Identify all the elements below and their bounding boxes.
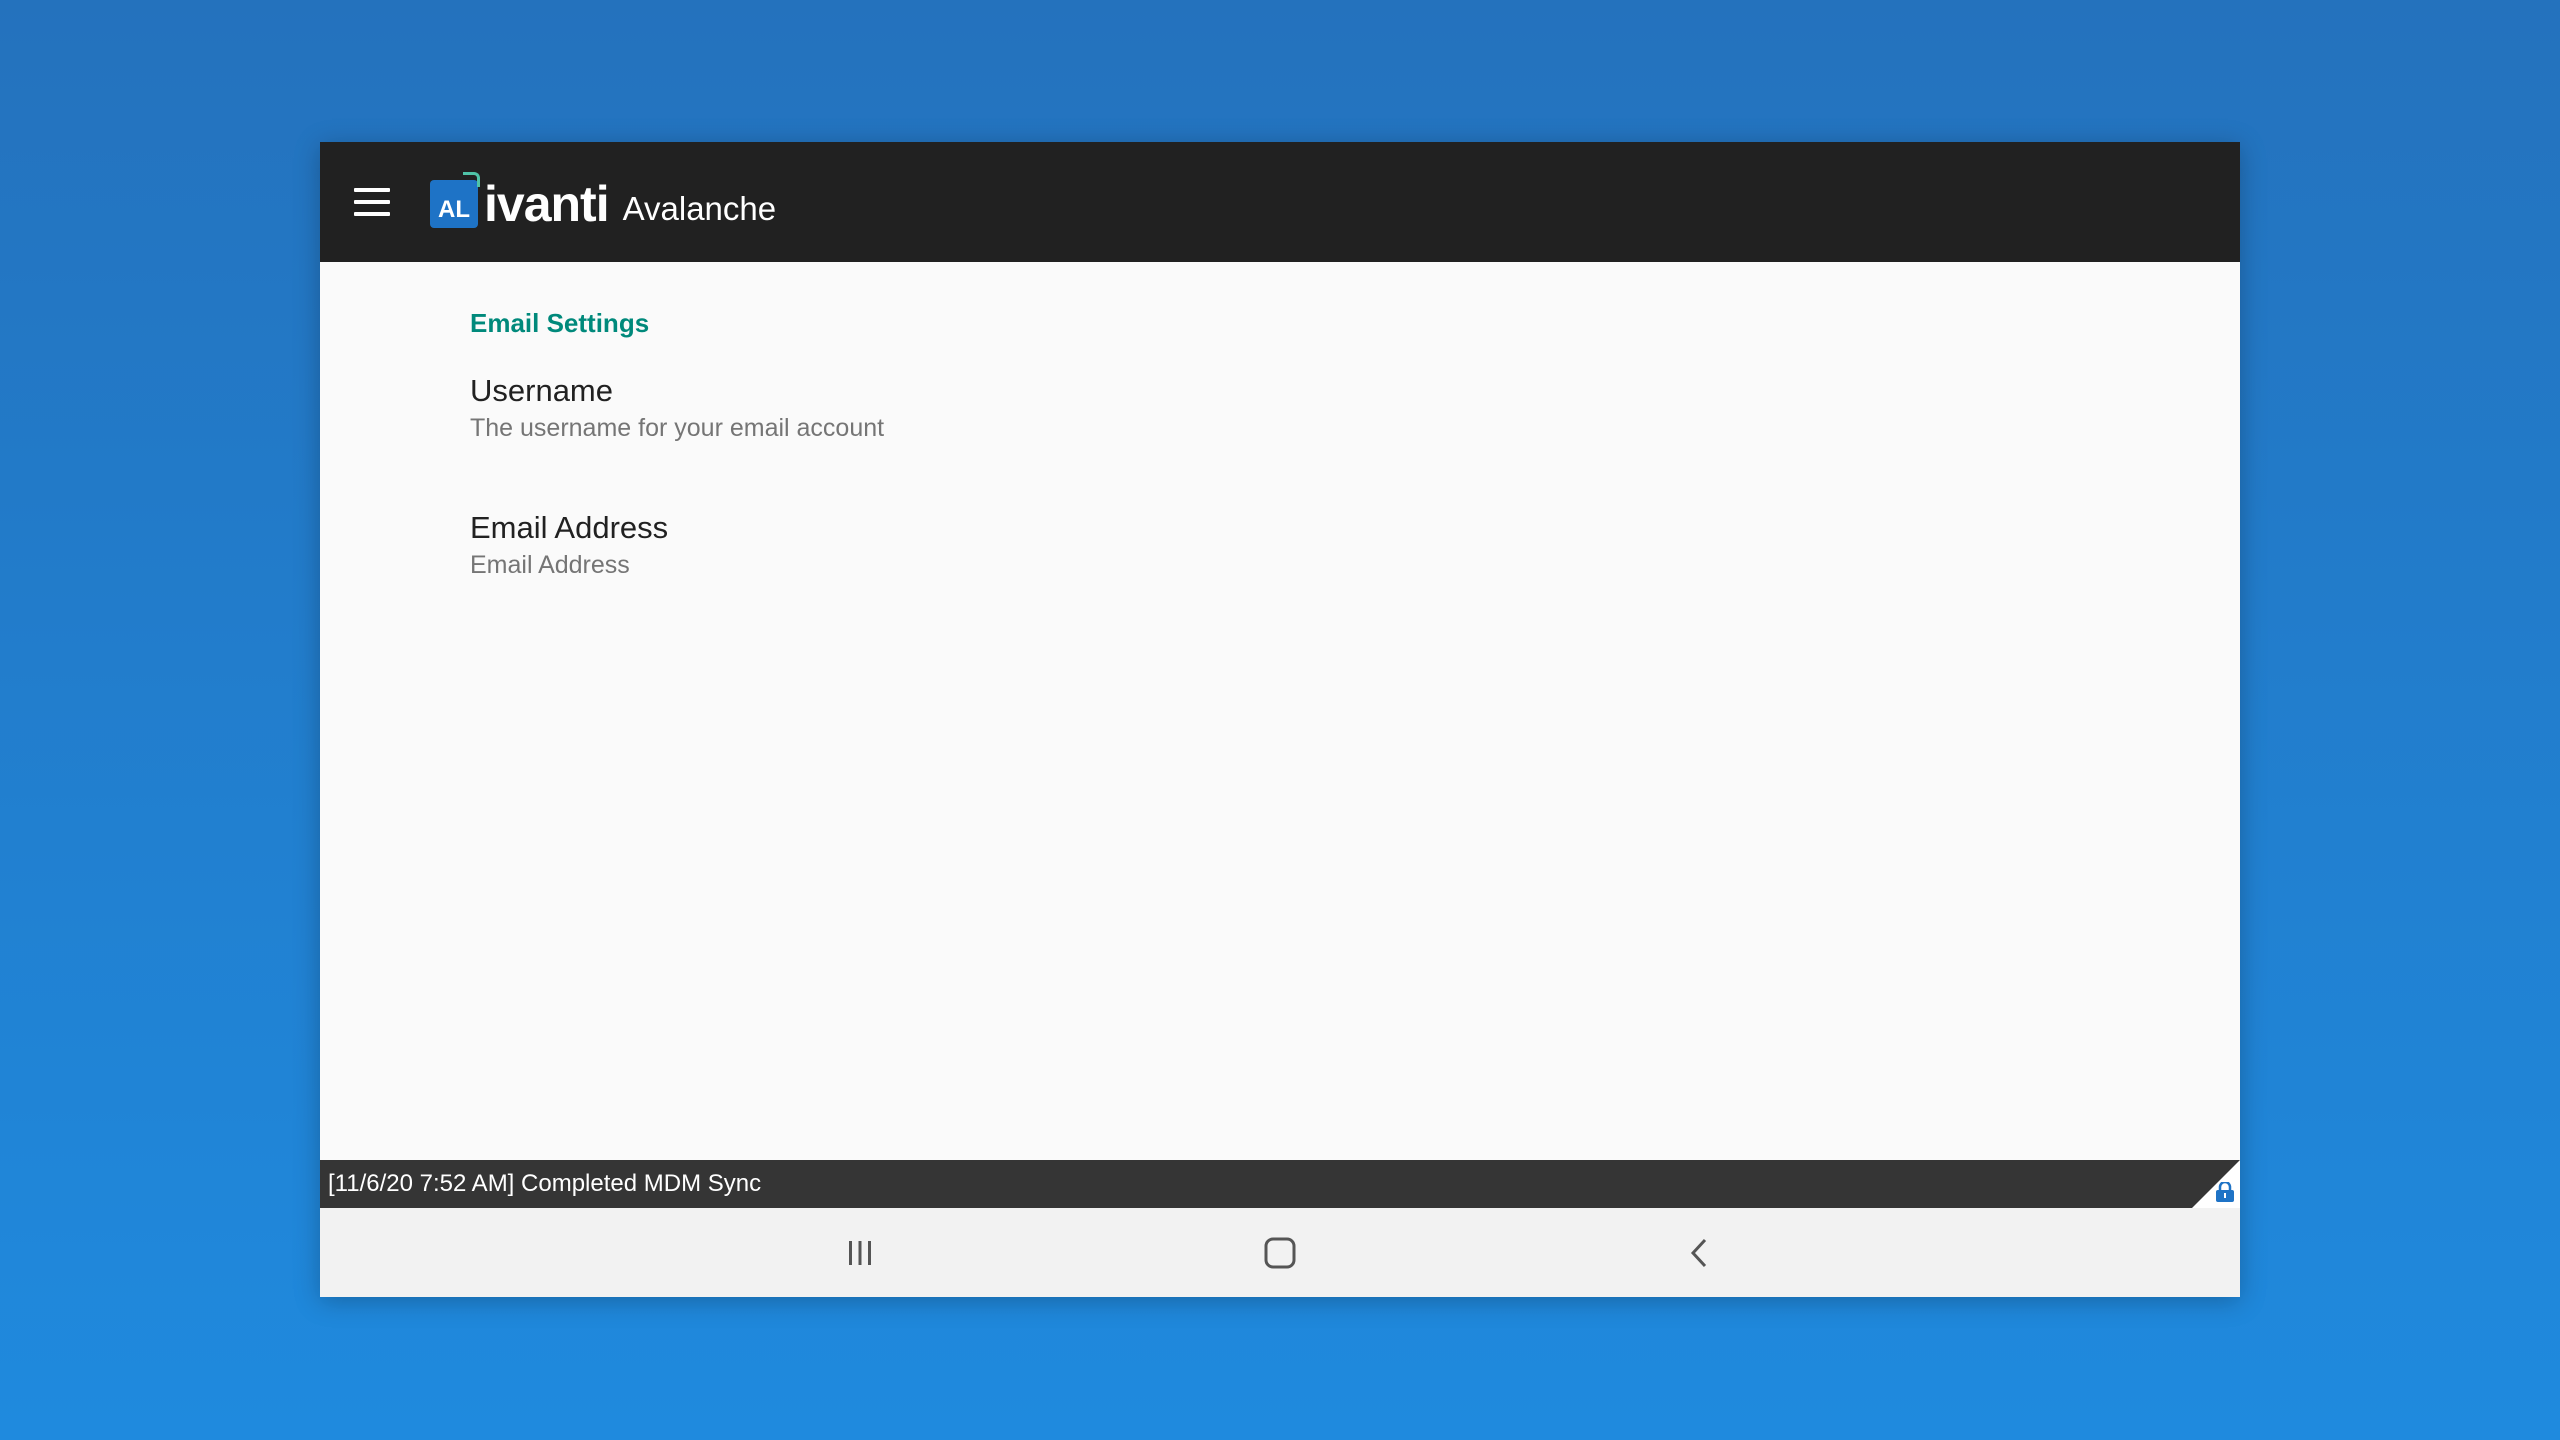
home-icon[interactable]	[1250, 1226, 1310, 1280]
app-logo: AL ivanti Avalanche	[430, 172, 777, 234]
email-address-preference[interactable]: Email Address Email Address	[470, 509, 2070, 583]
lock-icon	[2216, 1182, 2234, 1202]
avalanche-badge-icon: AL	[430, 172, 480, 228]
device-screen: AL ivanti Avalanche Email Settings Usern…	[320, 142, 2240, 1297]
hamburger-menu-icon[interactable]	[344, 174, 400, 230]
recents-icon[interactable]	[830, 1226, 890, 1280]
app-bar: AL ivanti Avalanche	[320, 142, 2240, 262]
brand-name: ivanti	[484, 176, 610, 232]
back-icon[interactable]	[1670, 1226, 1730, 1280]
preference-title: Username	[470, 373, 613, 408]
product-name: Avalanche	[622, 190, 777, 227]
settings-category-title: Email Settings	[470, 308, 650, 338]
settings-content: Email Settings Username The username for…	[320, 262, 2240, 1162]
preference-summary: The username for your email account	[470, 414, 885, 442]
status-message: [11/6/20 7:52 AM] Completed MDM Sync	[328, 1170, 762, 1197]
username-preference[interactable]: Username The username for your email acc…	[470, 372, 2070, 446]
preference-title: Email Address	[470, 510, 669, 545]
status-bar: [11/6/20 7:52 AM] Completed MDM Sync	[320, 1160, 2240, 1208]
preference-summary: Email Address	[470, 551, 630, 579]
system-navigation-bar	[320, 1208, 2240, 1297]
